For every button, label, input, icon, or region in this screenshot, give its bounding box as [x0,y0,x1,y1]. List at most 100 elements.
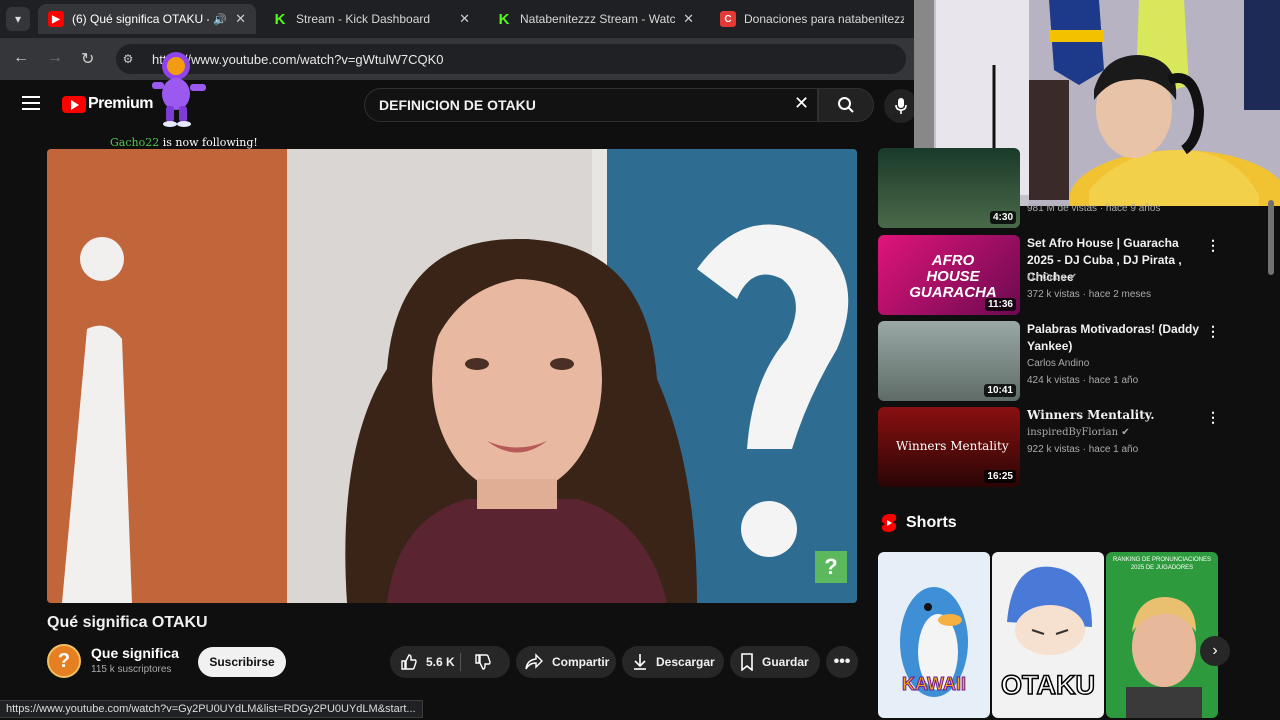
clear-icon[interactable]: ✕ [794,93,809,114]
microphone-icon [895,98,907,114]
search-value: DEFINICION DE OTAKU [379,97,536,113]
youtube-play-icon [62,95,86,113]
duration-badge: 10:41 [984,384,1016,397]
more-actions-button[interactable]: ••• [826,646,858,678]
more-vertical-icon[interactable]: ⋮ [1206,237,1220,254]
video-thumbnail[interactable]: AFRO HOUSE GUARACHA 11:36 [878,235,1020,315]
follow-alert: Gacho22 is now following! [110,136,258,149]
video-player[interactable]: ? [47,149,857,603]
tab-title: Natabenitezzz Stream - Watch [520,12,676,26]
recommendation-item[interactable]: Winners Mentality 16:25 Winners Mentalit… [878,407,1278,489]
subscribe-button[interactable]: Suscribirse [198,647,286,677]
recommendation-item[interactable]: AFRO HOUSE GUARACHA 11:36 Set Afro House… [878,235,1278,317]
channel-name[interactable]: DJ Cuba ✔ [1027,272,1077,283]
thumbs-up-icon [401,654,417,670]
forward-arrow-icon[interactable]: → [47,49,63,67]
tab-youtube[interactable]: ▶ (6) Qué significa OTAKU - Yo 🔊 ✕ [38,4,256,34]
video-thumbnail[interactable]: 10:41 [878,321,1020,401]
c-icon: C [720,11,736,27]
duration-badge: 11:36 [984,298,1016,311]
site-settings-icon[interactable]: ⚙ [118,50,138,68]
link-status-bar: https://www.youtube.com/watch?v=Gy2PU0UY… [0,700,423,718]
more-vertical-icon[interactable]: ⋮ [1206,323,1220,340]
duration-badge: 16:25 [984,470,1016,483]
more-vertical-icon[interactable]: ⋮ [1206,409,1220,426]
speaker-icon: 🔊 [213,13,228,26]
search-input[interactable]: DEFINICION DE OTAKU [364,88,818,122]
tab-kick-stream[interactable]: K Natabenitezzz Stream - Watch ✕ [486,4,704,34]
question-badge: ? [815,551,847,583]
share-icon [525,653,543,670]
scrollbar-thumb[interactable] [1268,200,1274,275]
video-meta: 372 k vistas · hace 2 meses [1027,289,1151,300]
search-button[interactable] [818,88,874,122]
video-title[interactable]: Palabras Motivadoras! (Daddy Yankee) [1027,321,1207,355]
like-button[interactable]: 5.6 K [400,653,455,671]
short-item[interactable]: RANKING DE PRONUNCIACIONES 2025 DE JUGAD… [1106,552,1218,718]
thumbnail-text: Winners Mentality [896,439,1009,453]
youtube-icon: ▶ [48,11,64,27]
channel-name[interactable]: inspiredByFlorian ✔ [1027,427,1130,438]
tab-title: (6) Qué significa OTAKU - Yo [72,12,209,26]
share-label: Compartir [552,655,610,669]
verified-icon: ✔ [1068,272,1078,283]
channel-name[interactable]: Que significa [91,645,179,661]
tab-search-button[interactable]: ▾ [6,7,30,31]
recommendation-item[interactable]: 10:41 Palabras Motivadoras! (Daddy Yanke… [878,321,1278,403]
channel-name[interactable]: Carlos Andino [1027,358,1089,369]
thumbnail-text: AFRO HOUSE GUARACHA [909,252,997,301]
download-icon [634,654,646,670]
channel-avatar[interactable]: ? [47,644,81,678]
chevron-right-icon[interactable]: › [1200,636,1230,666]
address-bar[interactable]: https://www.youtube.com/watch?v=gWtulW7C… [116,44,906,74]
subscriber-count: 115 k suscriptores [91,664,172,675]
download-label: Descargar [656,655,715,669]
short-caption: KAWAII [901,674,966,695]
short-item[interactable]: KAWAII [878,552,990,718]
video-meta: 981 M de vistas · hace 9 años [1027,203,1161,214]
reload-icon[interactable]: ↻ [81,49,94,69]
shorts-icon [881,514,897,532]
bookmark-icon [741,653,753,671]
shorts-header: Shorts [880,513,957,533]
follow-username: Gacho22 [110,136,160,149]
tab-title: Stream - Kick Dashboard [296,12,431,26]
close-icon[interactable]: ✕ [235,11,246,27]
like-count: 5.6 K [426,655,455,669]
back-arrow-icon[interactable]: ← [13,49,29,67]
kick-icon: K [272,11,288,28]
tab-title: Donaciones para natabenitezzz [744,12,904,26]
more-horizontal-icon: ••• [833,653,851,670]
thumbs-down-icon[interactable] [474,653,492,671]
tab-kick-dashboard[interactable]: K Stream - Kick Dashboard ✕ [262,4,480,34]
like-dislike-group: 5.6 K [390,646,510,678]
astronaut-mascot-overlay [152,52,206,127]
video-thumbnail[interactable]: Winners Mentality 16:25 [878,407,1020,487]
tab-donations[interactable]: C Donaciones para natabenitezzz [710,4,914,34]
follow-text: is now following! [159,136,258,149]
menu-icon[interactable] [22,96,40,110]
short-caption: OTAKU [1000,669,1096,701]
video-title: Qué significa OTAKU [47,614,208,631]
download-button[interactable]: Descargar [622,646,724,678]
video-meta: 424 k vistas · hace 1 año [1027,375,1139,386]
short-caption: RANKING DE PRONUNCIACIONES 2025 DE JUGAD… [1112,557,1211,571]
share-button[interactable]: Compartir [516,646,616,678]
short-thumbnail [1126,597,1202,718]
recommendation-item[interactable]: 4:30 981 M de vistas · hace 9 años [878,148,1278,230]
duration-badge: 4:30 [989,211,1016,224]
save-button[interactable]: Guardar [730,646,820,678]
save-label: Guardar [762,655,809,669]
verified-icon: ✔ [1121,427,1130,438]
close-icon[interactable]: ✕ [683,11,694,27]
short-item[interactable]: OTAKU [992,552,1104,718]
search-icon [838,97,854,113]
microphone-button[interactable] [884,89,918,123]
close-icon[interactable]: ✕ [459,11,470,27]
video-title[interactable]: Winners Mentality. [1027,407,1207,424]
shorts-title: Shorts [906,514,957,531]
video-meta: 922 k vistas · hace 1 año [1027,444,1139,455]
youtube-logo[interactable]: Premium [62,95,153,113]
video-thumbnail[interactable]: 4:30 [878,148,1020,228]
video-frame [47,149,857,603]
